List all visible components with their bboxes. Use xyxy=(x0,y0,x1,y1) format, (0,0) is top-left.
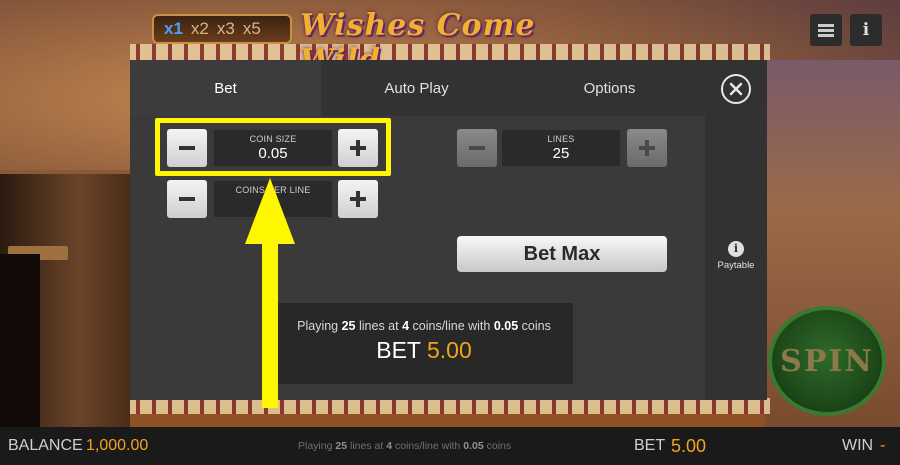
info-icon: i xyxy=(728,241,744,257)
multiplier-bar: x1 x2 x3 x5 xyxy=(152,14,292,44)
temple-door xyxy=(0,254,40,434)
bet-summary: Playing 25 lines at 4 coins/line with 0.… xyxy=(275,303,573,384)
win-value: - xyxy=(880,437,886,454)
win-label: WIN xyxy=(842,437,874,454)
modal-tabs: Bet Auto Play Options xyxy=(130,60,767,116)
paytable-label: Paytable xyxy=(717,260,755,271)
status-summary: Playing 25 lines at 4 coins/line with 0.… xyxy=(298,440,512,452)
multiplier-x5: x5 xyxy=(242,19,261,38)
paytable-button[interactable]: i Paytable xyxy=(714,241,758,271)
coins-per-line-decrease-button[interactable] xyxy=(167,180,207,218)
balance-label: BALANCE xyxy=(8,437,83,454)
close-button[interactable] xyxy=(721,74,751,104)
coin-size-highlight-frame xyxy=(155,118,391,176)
minus-icon xyxy=(179,197,195,201)
tab-auto-play[interactable]: Auto Play xyxy=(321,60,512,116)
multiplier-x1: x1 xyxy=(164,19,183,38)
lines-increase-button[interactable] xyxy=(627,129,667,167)
spin-label: SPIN xyxy=(780,343,874,379)
game-logo: Wishes Come Wild xyxy=(300,8,536,78)
bet-total-label: BET xyxy=(376,337,421,363)
plus-icon xyxy=(639,140,655,156)
menu-button[interactable] xyxy=(810,14,842,46)
bottom-status-bar: BALANCE 1,000.00 Playing 25 lines at 4 c… xyxy=(0,427,900,465)
info-button[interactable]: i xyxy=(850,14,882,46)
close-icon xyxy=(729,82,743,96)
balance-value: 1,000.00 xyxy=(86,437,149,454)
spin-button[interactable]: SPIN xyxy=(768,306,886,416)
bet-label: BET xyxy=(634,437,666,454)
coins-per-line-increase-button[interactable] xyxy=(338,180,378,218)
tab-bet[interactable]: Bet xyxy=(130,60,321,116)
info-icon: i xyxy=(862,20,870,40)
multiplier-x2: x2 xyxy=(190,19,209,38)
menu-icon xyxy=(818,23,834,37)
bet-value: 5.00 xyxy=(671,435,707,456)
reel-frame-bottom xyxy=(130,398,770,414)
plus-icon xyxy=(350,191,366,207)
bet-settings-modal: Bet Auto Play Options COIN SIZE 0.05 COI… xyxy=(130,60,767,400)
bet-max-button[interactable]: Bet Max xyxy=(457,236,667,272)
game-background-temple xyxy=(0,170,130,434)
lines-value: 25 xyxy=(552,145,570,162)
bet-summary-text: Playing 25 lines at 4 coins/line with 0.… xyxy=(297,319,551,333)
lines-decrease-button[interactable] xyxy=(457,129,497,167)
bet-total: BET 5.00 xyxy=(275,337,573,364)
lines-display: LINES 25 xyxy=(502,130,620,166)
bet-total-amount: 5.00 xyxy=(426,337,472,363)
lines-label: LINES xyxy=(547,134,575,144)
multiplier-x3: x3 xyxy=(216,19,235,38)
tab-options[interactable]: Options xyxy=(512,60,707,116)
minus-icon xyxy=(469,146,485,150)
arrow-up-icon xyxy=(245,178,295,408)
